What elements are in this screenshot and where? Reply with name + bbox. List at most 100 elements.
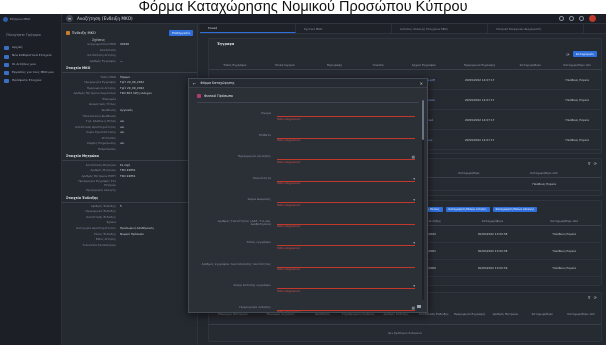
record-field-value: 5: [120, 203, 122, 208]
record-field-value: Τρίτ 20_09_2022: [120, 80, 145, 85]
settings-icon[interactable]: [569, 16, 574, 21]
form-field: Όνομα Πεδίο υποχρεωτικό: [189, 105, 427, 127]
record-field-value: ΤΚΟ 603 Λέξη ελέγχου: [120, 91, 152, 96]
sidebar-item-home[interactable]: Αρχική: [0, 44, 61, 52]
record-field-value: ναι: [120, 119, 125, 124]
add-application-members-button[interactable]: Καταχώρηση Μελών Αίτησης: [445, 207, 490, 212]
record-field-label: Κατάσταση Δραστηριότητας: [75, 124, 116, 129]
representative-by: Υπεύθυνη Πορεία: [532, 182, 556, 186]
modal-scrollbar[interactable]: [422, 100, 424, 300]
tasks-icon: [4, 71, 9, 76]
record-field-label: Αναγνωριστικό ΜΚΟ: [87, 42, 116, 47]
back-icon[interactable]: ←: [193, 81, 196, 86]
add-change-members-button[interactable]: Καταχώρηση Μελών Αλλαγής: [492, 207, 538, 212]
refresh-icon[interactable]: ⟳: [594, 295, 597, 300]
select-field[interactable]: Πεδίο υποχρεωτικό ▾: [277, 234, 415, 256]
member-created: 30/09/2022 13:00:38: [477, 232, 508, 236]
column-header[interactable]: Καταχωρήθηκε από: [527, 219, 601, 223]
menu-button[interactable]: ≡: [66, 15, 73, 22]
record-field-label: Ημερομηνία Εγγραφής Στο Μητρώο: [78, 179, 116, 187]
tab-change-requests[interactable]: Αιτήσεις Αλλαγής Στοιχείων ΜΚΟ: [392, 24, 488, 33]
sidebar-item-my-applications[interactable]: Οι Αιτήσεις μου: [0, 61, 61, 69]
chevron-down-icon[interactable]: ▾: [413, 177, 415, 181]
search-icon[interactable]: [559, 16, 564, 21]
record-icon: [66, 31, 70, 35]
chevron-down-icon[interactable]: ▾: [413, 284, 415, 288]
select-field[interactable]: Πεδίο υποχρεωτικό ▾: [277, 277, 415, 299]
record-section-title: Στοιχεία Ένδειξης: [62, 194, 197, 203]
section-divider: [197, 102, 419, 103]
text-field[interactable]: Πεδίο υποχρεωτικό: [277, 105, 415, 127]
column-header[interactable]: Καταχωρήθηκε: [449, 171, 489, 175]
column-header[interactable]: Ημερομηνία Εγγραφής: [452, 63, 508, 67]
sidebar-title: Πλοηγήστε Γρήγορα: [6, 33, 41, 37]
attachments-header: Τύπος Εγγράφου Υποκατηγορία Περιγραφή Γλώσσ…: [209, 61, 601, 70]
refresh-icon[interactable]: ⟳: [566, 52, 569, 57]
field-label: Χώρα Διαμονής: [247, 197, 271, 201]
record-field-label: Τελευταία Τροποποίηση: [82, 242, 116, 247]
representatives-tools: ⊽ ⟳: [588, 161, 597, 166]
empty-state: Δεν βρέθηκαν δεδομένα: [388, 331, 422, 335]
refresh-icon[interactable]: ⟳: [594, 161, 597, 166]
date-field[interactable]: Πεδίο υποχρεωτικό ▦: [277, 148, 415, 170]
record-field-label: Σχόλια: [106, 220, 116, 225]
other-indications-tools: ⊽ ⟳: [588, 295, 597, 300]
column-header[interactable]: Αρχείο Εγγράφου: [396, 63, 452, 67]
column-header[interactable]: Τύπος Εγγράφου: [209, 63, 261, 67]
user-avatar[interactable]: [589, 15, 596, 22]
record-field-label: Τύπος ΜΚΟ: [100, 74, 116, 79]
chevron-down-icon[interactable]: ▾: [413, 198, 415, 202]
text-field[interactable]: Πεδίο υποχρεωτικό: [277, 213, 415, 235]
sidebar-item-label: Νέα Καθοριστικά Στοιχεία: [12, 53, 52, 58]
field-label: Τύπος εγγράφου: [246, 240, 271, 244]
select-field[interactable]: Πεδίο υποχρεωτικό ▾: [277, 170, 415, 192]
sidebar-item-tasks[interactable]: Εργασίες για τους ΜΚΟ μου: [0, 69, 61, 77]
record-field-label: Αριθμός Μητρώου Σωματείων: [73, 91, 116, 96]
app-logo[interactable]: Μητρώο ΜΚΟ: [0, 14, 61, 24]
modal-body: Φυσικό Πρόσωπο Όνομα Πεδίο υποχρεωτικό Επί…: [189, 88, 427, 312]
column-header[interactable]: Καταχωρήθηκε: [523, 312, 561, 316]
text-field[interactable]: Πεδίο υποχρεωτικό: [277, 127, 415, 149]
text-field[interactable]: Πεδίο υποχρεωτικό: [277, 256, 415, 278]
help-icon[interactable]: [579, 16, 584, 21]
record-section-title: Στοιχεία ΜΚΟ: [62, 64, 197, 74]
column-header[interactable]: Αριθμός Μητρώου: [488, 312, 524, 316]
tab-related[interactable]: Σχετικά ΜΚΟ: [296, 24, 392, 33]
column-header[interactable]: Υποκατηγορία: [261, 63, 309, 67]
close-icon[interactable]: ✕: [420, 81, 423, 86]
record-field-value: Σε ισχύ: [120, 162, 131, 167]
menu-icon: ≡: [67, 16, 72, 21]
filter-icon[interactable]: ⊽: [588, 161, 591, 166]
calendar-icon[interactable]: ▦: [412, 306, 415, 310]
person-section: Φυσικό Πρόσωπο: [189, 92, 427, 100]
sidebar-item-new-details[interactable]: Νέα Καθοριστικά Στοιχεία: [0, 52, 61, 60]
field-label: Όνομα: [261, 111, 271, 115]
column-header[interactable]: Περιγραφή: [308, 63, 360, 67]
tab-general[interactable]: Γενικά: [200, 24, 296, 33]
select-field[interactable]: Πεδίο υποχρεωτικό ▾: [277, 191, 415, 213]
column-header[interactable]: Καταχωρήθηκε από: [561, 312, 601, 316]
column-header[interactable]: Καταχωρήθηκε: [458, 219, 528, 223]
column-header[interactable]: Καταχωρήθηκε από: [489, 171, 599, 175]
scrollbar-thumb[interactable]: [422, 100, 424, 140]
calendar-icon[interactable]: ▦: [412, 155, 415, 159]
edit-button[interactable]: Επεξεργασία: [169, 30, 193, 36]
filter-icon[interactable]: ⊽: [588, 295, 591, 300]
add-attachment-button[interactable]: Καταχώρηση: [572, 51, 597, 57]
column-header[interactable]: Γλώσσα: [360, 63, 396, 67]
sidebar-item-recent[interactable]: Πρόσφατα Στοιχεία: [0, 77, 61, 85]
field-error: Πεδίο υποχρεωτικό: [277, 117, 301, 121]
tab-admin-history[interactable]: Ιστορικό Ενεργειών Διαχειριστή: [488, 24, 584, 33]
chevron-down-icon[interactable]: ▾: [413, 241, 415, 245]
column-header[interactable]: Καταχωρήθηκε: [507, 63, 553, 67]
column-header[interactable]: Ημερομηνία Εγγραφής: [452, 312, 488, 316]
date-field[interactable]: Πεδίο υποχρεωτικό ▦: [277, 299, 415, 312]
record-field-value: ΤΚΟ 24851: [120, 168, 136, 173]
form-field: Υπηκοότητα Πεδίο υποχρεωτικό ▾: [189, 170, 427, 192]
record-field-label: Είδος Αίτησης: [95, 237, 116, 242]
record-field: Ημερομηνία Εγγραφής Στο Μητρώο: [62, 179, 197, 188]
record-field-value: Νομικό Πρόσωπο: [120, 231, 144, 236]
modal-title: Φόρμα Καταχώρησης: [200, 81, 235, 85]
page-caption: Φόρμα Καταχώρησης Νομικού Προσώπου Κύπρο…: [0, 0, 606, 14]
column-header[interactable]: Καταχωρήθηκε από: [553, 63, 601, 67]
